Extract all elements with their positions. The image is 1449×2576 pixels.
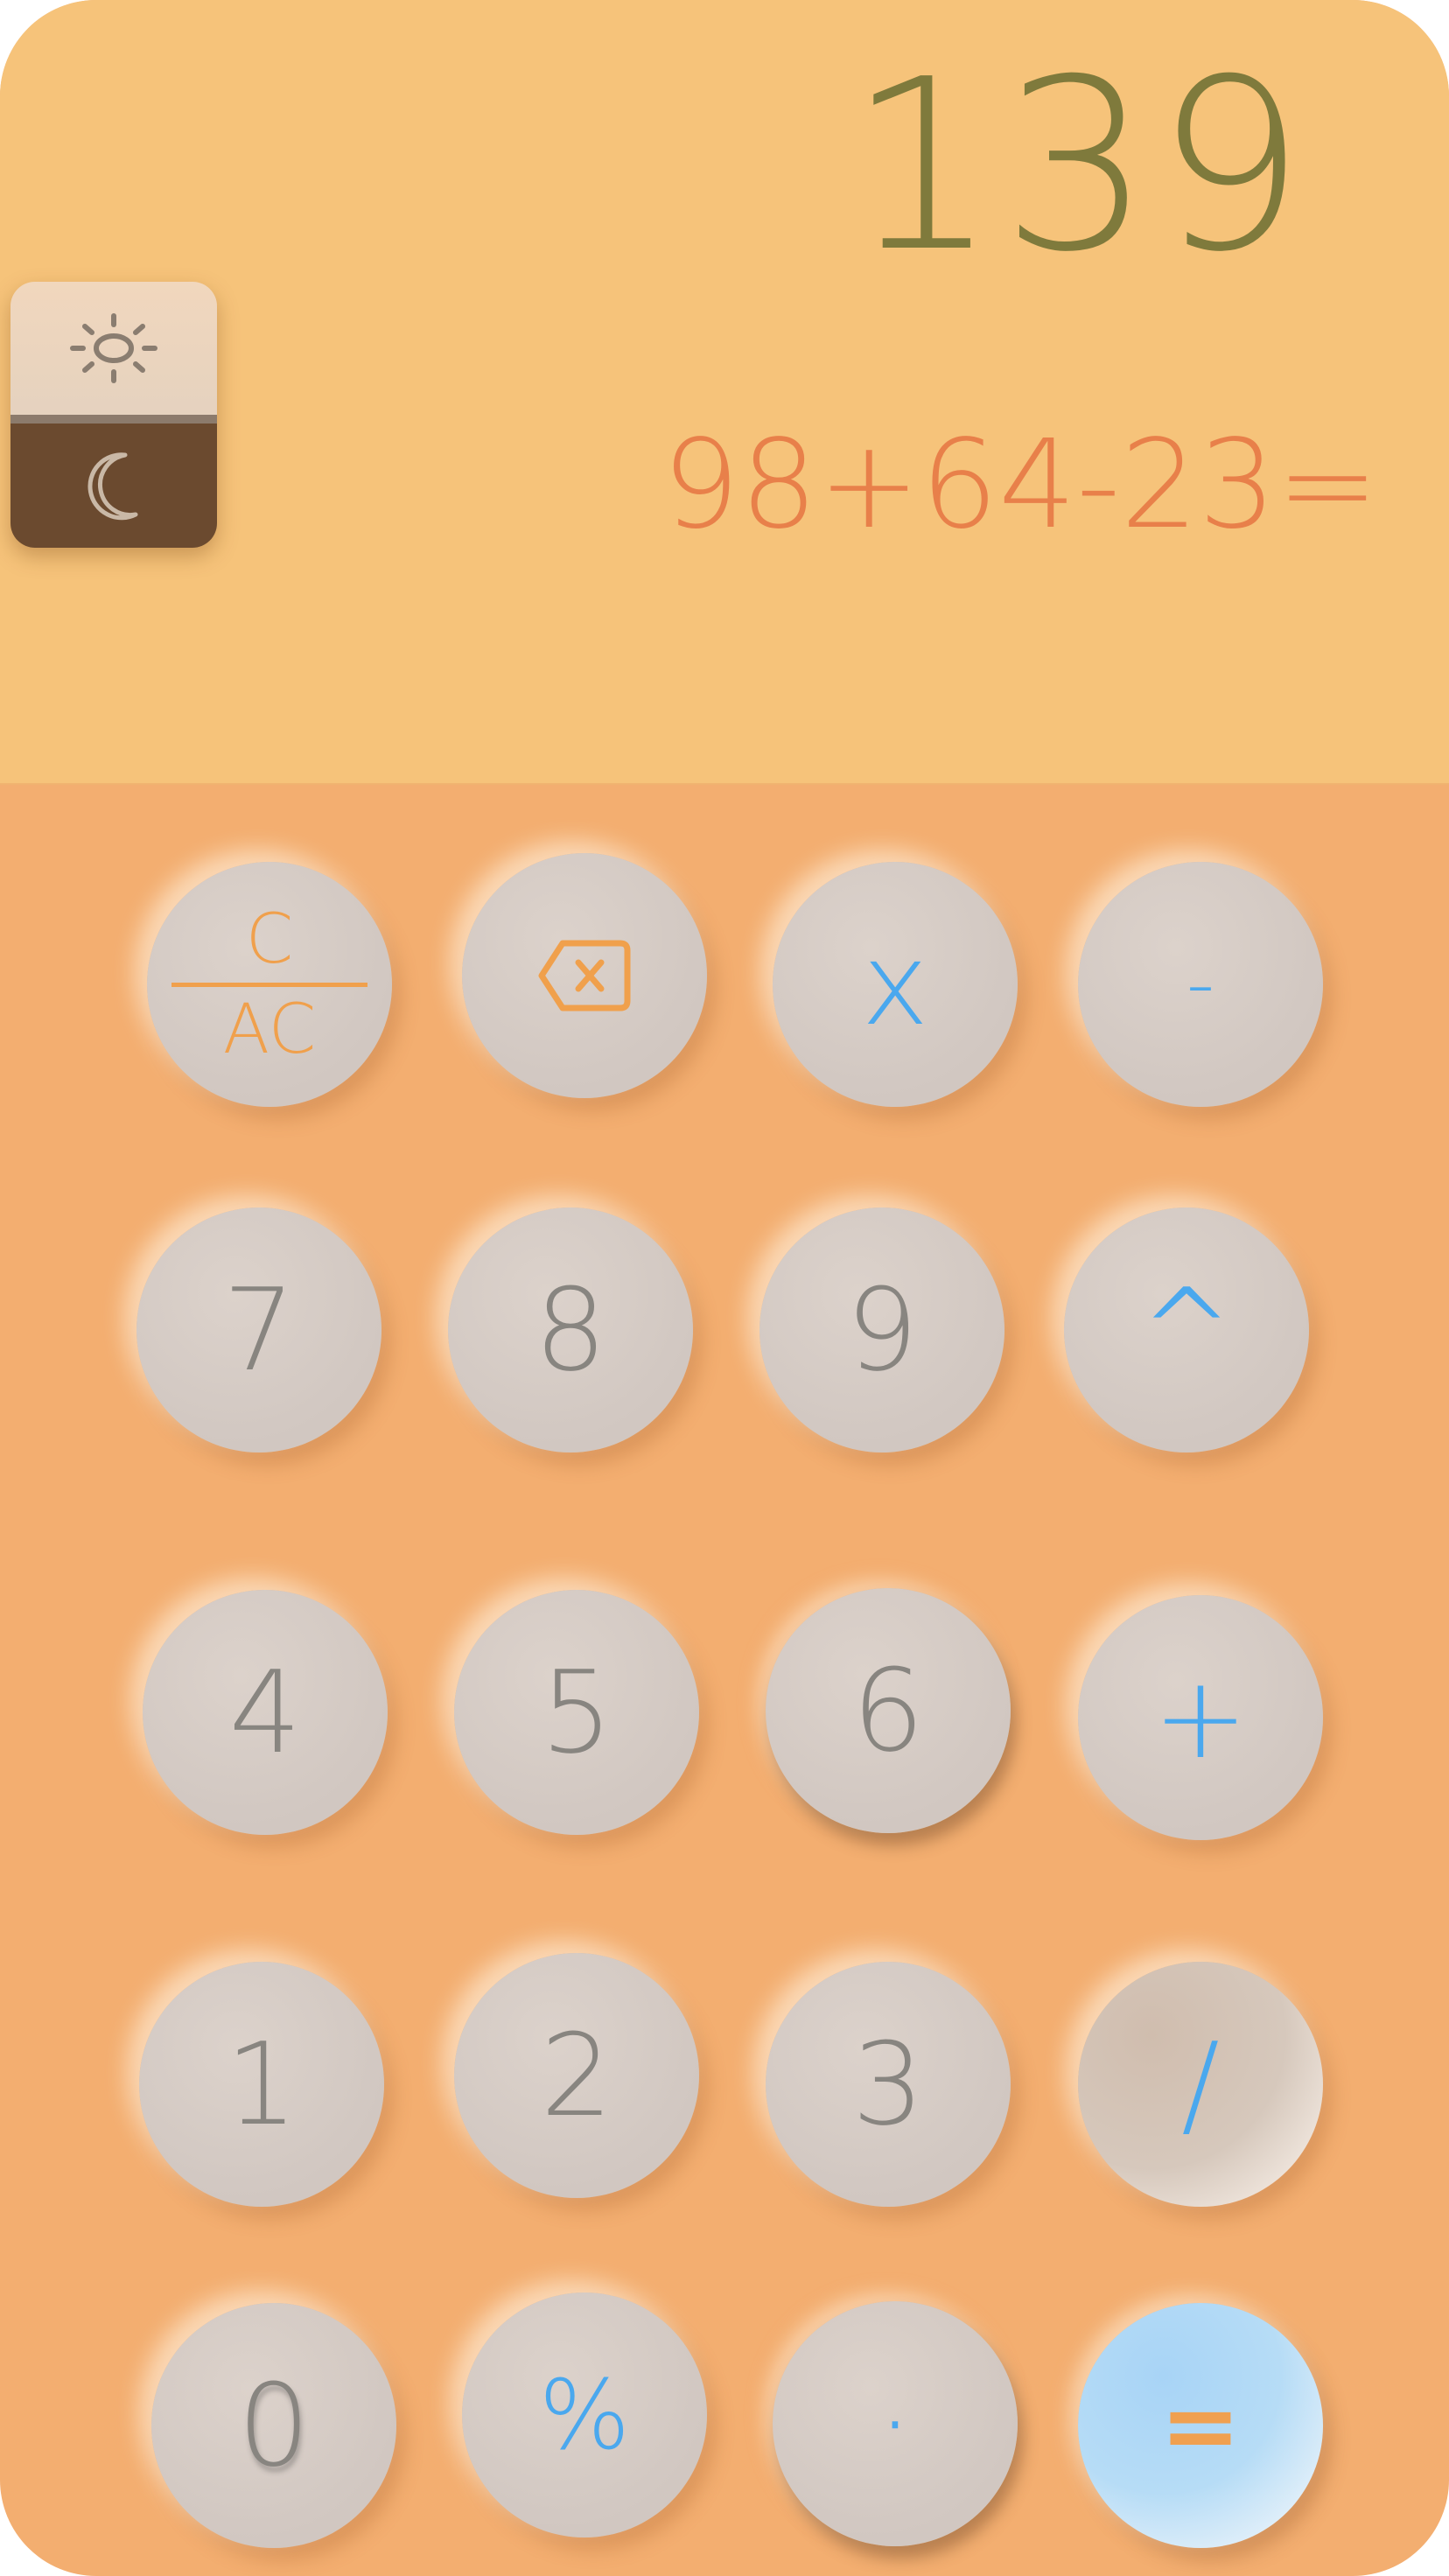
- percent-label: %: [538, 2359, 631, 2471]
- digit-5-label: 5: [540, 1646, 613, 1779]
- clear-label: C: [245, 900, 294, 979]
- divide-label: /: [1181, 2018, 1220, 2151]
- digit-0-button[interactable]: 0: [151, 2303, 396, 2548]
- multiply-button[interactable]: x: [773, 862, 1018, 1107]
- digit-6-label: 6: [851, 1644, 925, 1777]
- decimal-label: ·: [877, 2357, 914, 2490]
- all-clear-label: AC: [222, 990, 317, 1069]
- subtract-button[interactable]: -: [1078, 862, 1323, 1107]
- add-label: +: [1152, 1651, 1249, 1784]
- digit-9-button[interactable]: 9: [760, 1208, 1004, 1452]
- digit-8-label: 8: [534, 1264, 607, 1396]
- multiply-label: x: [861, 918, 929, 1051]
- expression-display: 98+64-23=: [662, 414, 1379, 556]
- digit-7-button[interactable]: 7: [136, 1208, 382, 1452]
- display-panel: 139 98+64-23=: [0, 0, 1449, 785]
- equals-button[interactable]: =: [1078, 2303, 1323, 2548]
- digit-8-button[interactable]: 8: [448, 1208, 693, 1452]
- subtract-label: -: [1186, 938, 1215, 1030]
- theme-toggle[interactable]: [10, 282, 217, 548]
- digit-1-button[interactable]: 1: [139, 1962, 384, 2207]
- digit-2-button[interactable]: 2: [454, 1953, 699, 2198]
- backspace-button[interactable]: [462, 853, 707, 1098]
- percent-button[interactable]: %: [462, 2292, 707, 2538]
- light-theme-option[interactable]: [10, 282, 217, 415]
- digit-4-label: 4: [228, 1646, 302, 1779]
- power-label: ^: [1138, 1264, 1235, 1396]
- digit-3-button[interactable]: 3: [766, 1962, 1011, 2207]
- dark-theme-option[interactable]: [10, 415, 217, 548]
- backspace-icon: [538, 940, 631, 1012]
- digit-5-button[interactable]: 5: [454, 1590, 699, 1835]
- digit-0-label: 0: [237, 2359, 311, 2492]
- digit-9-label: 9: [845, 1264, 919, 1396]
- clear-divider: [172, 982, 368, 987]
- equals-label: =: [1159, 2370, 1242, 2482]
- digit-7-label: 7: [222, 1264, 296, 1396]
- digit-1-label: 1: [225, 2018, 298, 2151]
- digit-6-button[interactable]: 6: [766, 1588, 1011, 1833]
- decimal-button[interactable]: ·: [773, 2301, 1018, 2546]
- result-display: 139: [847, 28, 1309, 304]
- sun-icon: [70, 313, 158, 383]
- add-button[interactable]: +: [1078, 1595, 1323, 1840]
- power-button[interactable]: ^: [1064, 1208, 1309, 1452]
- calculator-app: 139 98+64-23= C AC x - 7 8 9 ^ 4 5 6 + 1…: [0, 0, 1449, 2576]
- moon-icon: [88, 452, 138, 521]
- divide-button[interactable]: /: [1078, 1962, 1323, 2207]
- digit-2-label: 2: [540, 2009, 613, 2142]
- clear-button[interactable]: C AC: [147, 862, 392, 1107]
- digit-3-label: 3: [851, 2018, 925, 2151]
- digit-4-button[interactable]: 4: [143, 1590, 388, 1835]
